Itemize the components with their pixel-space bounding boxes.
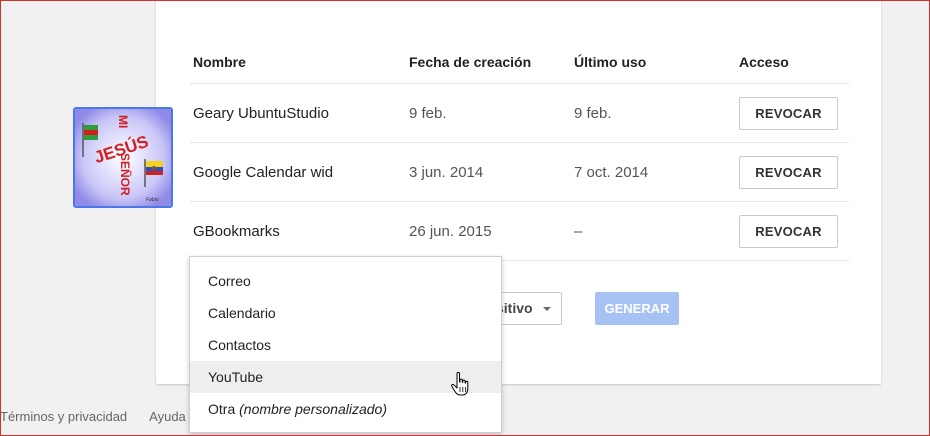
connected-apps-table: Nombre Fecha de creación Último uso Acce…: [190, 40, 849, 261]
device-select[interactable]: sitivo: [496, 292, 562, 325]
header-name: Nombre: [190, 40, 406, 84]
table-row: Geary UbuntuStudio 9 feb. 9 feb. REVOCAR: [190, 83, 849, 143]
avatar-image: JESÚS MI SEÑOR Fabio: [75, 109, 171, 206]
app-created: 26 jun. 2015: [406, 201, 571, 261]
app-name: Geary UbuntuStudio: [190, 83, 406, 143]
header-last-used: Último uso: [571, 40, 736, 84]
menu-item-correo[interactable]: Correo: [190, 265, 501, 297]
app-select-menu: Correo Calendario Contactos YouTube Otra…: [189, 256, 502, 433]
help-link[interactable]: Ayuda: [149, 409, 186, 424]
avatar-text-mi: MI: [116, 115, 130, 128]
chevron-down-icon: [543, 307, 551, 311]
app-created: 3 jun. 2014: [406, 142, 571, 202]
header-created: Fecha de creación: [406, 40, 571, 84]
hand-pointer-icon: [451, 372, 469, 396]
page-footer: Términos y privacidad Ayuda: [0, 409, 208, 424]
menu-item-contactos[interactable]: Contactos: [190, 329, 501, 361]
table-row: Google Calendar wid 3 jun. 2014 7 oct. 2…: [190, 142, 849, 202]
revoke-button[interactable]: REVOCAR: [739, 155, 838, 189]
device-select-label: sitivo: [496, 300, 533, 316]
avatar-signature: Fabio: [146, 197, 159, 203]
avatar-text-senor: SEÑOR: [118, 153, 133, 196]
menu-item-other[interactable]: Otra (nombre personalizado): [190, 393, 501, 425]
app-name: Google Calendar wid: [190, 142, 406, 202]
menu-item-other-hint: (nombre personalizado): [239, 401, 387, 417]
revoke-button[interactable]: REVOCAR: [739, 214, 838, 248]
app-created: 9 feb.: [406, 83, 571, 143]
app-name: GBookmarks: [190, 201, 406, 261]
profile-avatar[interactable]: JESÚS MI SEÑOR Fabio: [73, 107, 173, 208]
app-last-used: 9 feb.: [571, 83, 736, 143]
header-access: Acceso: [736, 40, 849, 84]
table-header-row: Nombre Fecha de creación Último uso Acce…: [190, 40, 849, 84]
revoke-button[interactable]: REVOCAR: [739, 96, 838, 130]
menu-item-other-prefix: Otra: [208, 401, 240, 417]
generate-button[interactable]: GENERAR: [595, 292, 679, 325]
terms-link[interactable]: Términos y privacidad: [0, 409, 127, 424]
app-last-used: –: [571, 201, 736, 261]
menu-item-calendario[interactable]: Calendario: [190, 297, 501, 329]
app-last-used: 7 oct. 2014: [571, 142, 736, 202]
table-row: GBookmarks 26 jun. 2015 – REVOCAR: [190, 201, 849, 261]
